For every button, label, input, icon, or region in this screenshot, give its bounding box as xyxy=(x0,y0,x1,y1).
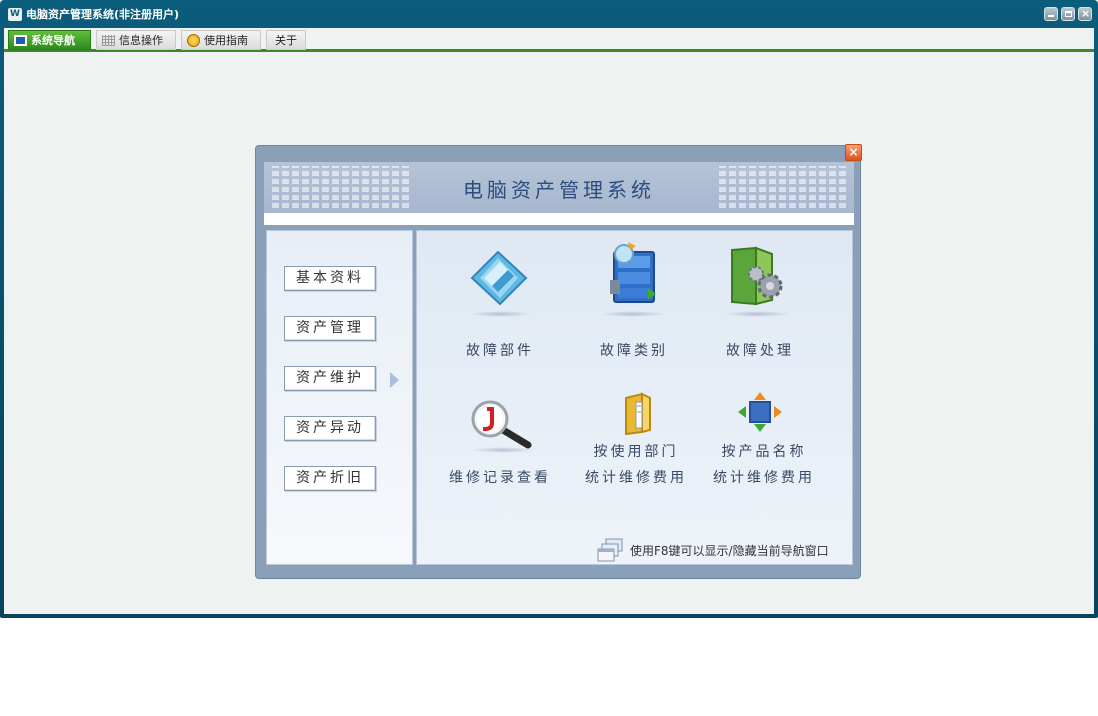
close-navigation-button[interactable]: × xyxy=(845,144,862,161)
tab-system-navigation[interactable]: 系统导航 xyxy=(8,30,91,50)
maximize-button[interactable] xyxy=(1061,7,1075,21)
smiley-icon xyxy=(187,34,200,47)
category-asset-depreciation-button[interactable]: 资产折旧 xyxy=(284,466,376,491)
tab-label: 关于 xyxy=(275,34,297,47)
navigation-title: 电脑资产管理系统 xyxy=(463,178,655,202)
diamond-part-icon xyxy=(470,250,528,306)
icon-shadow xyxy=(724,311,790,317)
function-label-line-2: 统计维修费用 xyxy=(585,470,687,486)
hint-text: 使用F8键可以显示/隐藏当前导航窗口 xyxy=(630,544,829,558)
f8-hint: 使用F8键可以显示/隐藏当前导航窗口 xyxy=(596,537,829,565)
book-folder-icon xyxy=(625,392,651,436)
arrows-cube-icon xyxy=(738,392,782,432)
cabinet-icon xyxy=(610,242,656,303)
tab-user-guide[interactable]: 使用指南 xyxy=(181,30,261,50)
header-divider xyxy=(264,213,854,225)
minimize-button[interactable] xyxy=(1044,7,1058,21)
windows-stack-icon xyxy=(597,538,623,562)
close-icon: × xyxy=(1081,7,1091,20)
tab-label: 使用指南 xyxy=(204,34,248,47)
window-title: 电脑资产管理系统(非注册用户) xyxy=(26,8,180,21)
category-asset-maintenance-button[interactable]: 资产维护 xyxy=(284,366,376,391)
tab-bar: 系统导航 信息操作 使用指南 关于 xyxy=(4,28,1094,52)
title-bar[interactable]: W 电脑资产管理系统(非注册用户) × xyxy=(0,0,1098,28)
tab-info-operations[interactable]: 信息操作 xyxy=(96,30,176,50)
tab-about[interactable]: 关于 xyxy=(266,30,306,50)
function-label: 故障处理 xyxy=(726,343,794,359)
category-asset-change-button[interactable]: 资产异动 xyxy=(284,416,376,441)
tab-label: 系统导航 xyxy=(31,34,75,47)
category-asset-management-button[interactable]: 资产管理 xyxy=(284,316,376,341)
minimize-icon xyxy=(1048,15,1054,17)
close-window-button[interactable]: × xyxy=(1078,7,1092,21)
function-label: 故障部件 xyxy=(466,343,534,359)
tab-label: 信息操作 xyxy=(119,34,163,47)
category-basic-data-button[interactable]: 基本资料 xyxy=(284,266,376,291)
function-label-line-1: 按使用部门 xyxy=(593,444,679,460)
function-label: 故障类别 xyxy=(600,343,668,359)
function-label-line-1: 按产品名称 xyxy=(721,444,807,460)
magnifier-icon xyxy=(471,400,532,449)
maximize-icon xyxy=(1065,11,1072,17)
icon-shadow xyxy=(600,311,666,317)
active-category-arrow-icon xyxy=(390,372,399,388)
function-label-line-2: 统计维修费用 xyxy=(713,470,815,486)
monitor-icon xyxy=(14,35,27,46)
function-label: 维修记录查看 xyxy=(449,470,551,486)
folder-gear-icon xyxy=(731,246,783,306)
navigation-header: 电脑资产管理系统 xyxy=(264,162,854,213)
grid-icon xyxy=(102,35,115,46)
app-logo-icon: W xyxy=(8,8,22,21)
